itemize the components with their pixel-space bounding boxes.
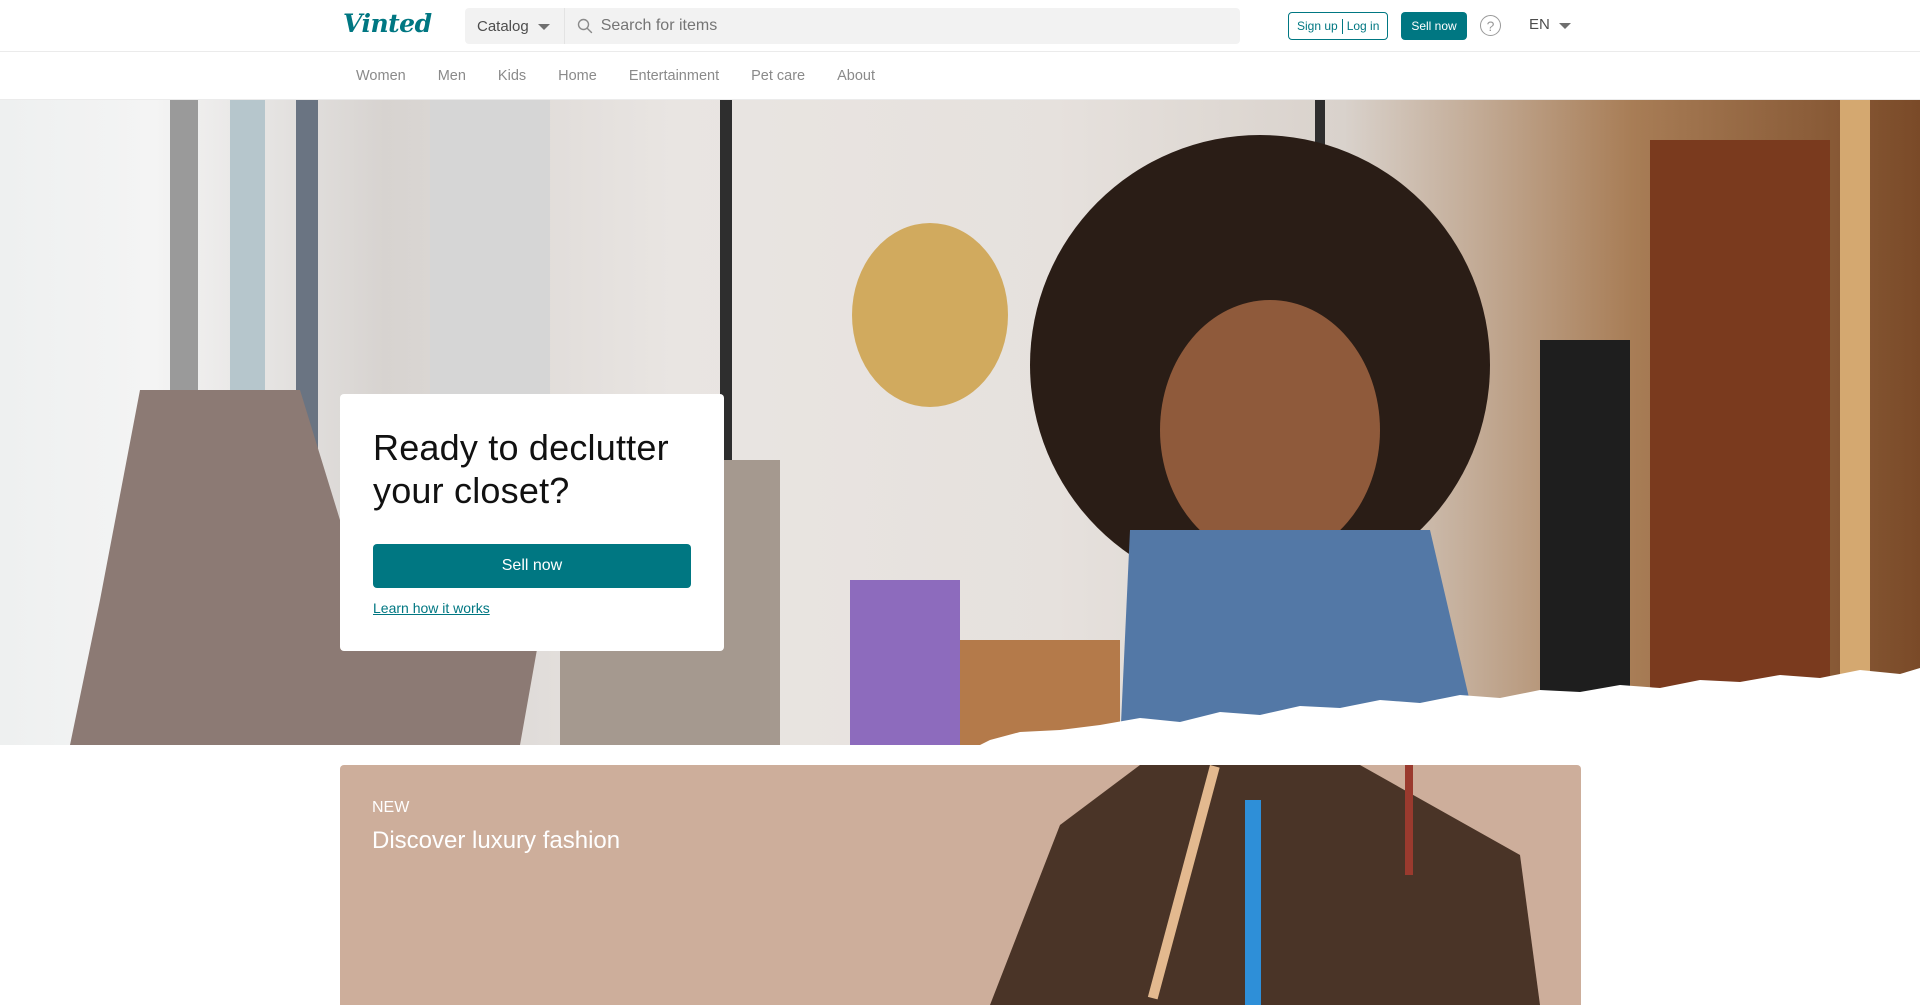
bag-body [990, 765, 1540, 1005]
hero-banner: Ready to declutter your closet? Sell now… [0, 100, 1920, 745]
luxury-title: Discover luxury fashion [372, 827, 621, 854]
question-circle-icon[interactable]: ? [1480, 15, 1501, 36]
vinted-logo[interactable]: Vinted [343, 9, 432, 38]
search-icon [577, 18, 593, 34]
luxury-bag-image [990, 765, 1540, 1005]
language-selector[interactable]: EN [1529, 16, 1571, 33]
sign-up-link[interactable]: Sign up [1297, 19, 1338, 33]
hanging-clothes [1540, 340, 1630, 720]
wardrobe [1650, 140, 1830, 700]
wooden-shelf [1840, 100, 1870, 700]
hat [852, 223, 1008, 407]
nav-item-women[interactable]: Women [340, 68, 422, 84]
hero-card: Ready to declutter your closet? Sell now… [340, 394, 724, 651]
nav-item-kids[interactable]: Kids [482, 68, 542, 84]
hero-title-line1: Ready to declutter [373, 427, 669, 468]
nav-item-home[interactable]: Home [542, 68, 613, 84]
learn-how-it-works-link[interactable]: Learn how it works [373, 600, 490, 616]
hero-title: Ready to declutter your closet? [373, 426, 691, 512]
catalog-dropdown[interactable]: Catalog [465, 8, 565, 44]
chevron-down-icon [1558, 22, 1571, 29]
separator [1341, 18, 1343, 34]
hero-image [0, 100, 1920, 745]
bag-stripe [1245, 800, 1261, 1005]
hero-title-line2: your closet? [373, 470, 570, 511]
chevron-down-icon [537, 24, 550, 30]
nav-item-pet-care[interactable]: Pet care [735, 68, 821, 84]
top-header: Vinted Catalog Sign up Log in Sell now ?… [0, 0, 1920, 52]
signup-login-button[interactable]: Sign up Log in [1288, 12, 1389, 40]
nav-item-about[interactable]: About [821, 68, 891, 84]
window-frame [430, 100, 550, 400]
catalog-label: Catalog [477, 17, 529, 35]
new-badge: NEW [372, 799, 410, 816]
purple-jacket [850, 580, 960, 745]
language-label: EN [1529, 16, 1550, 33]
category-nav: Women Men Kids Home Entertainment Pet ca… [0, 52, 1920, 100]
sell-now-button-header[interactable]: Sell now [1401, 12, 1467, 40]
person-face [1160, 300, 1380, 560]
luxury-banner[interactable]: NEW Discover luxury fashion [340, 765, 1581, 1005]
search-bar: Catalog [465, 8, 1240, 44]
search-input[interactable] [600, 17, 1240, 35]
bag-handle [1405, 765, 1413, 875]
nav-item-men[interactable]: Men [422, 68, 482, 84]
nav-item-entertainment[interactable]: Entertainment [613, 68, 735, 84]
sell-now-button[interactable]: Sell now [373, 544, 691, 588]
log-in-link[interactable]: Log in [1347, 19, 1380, 33]
